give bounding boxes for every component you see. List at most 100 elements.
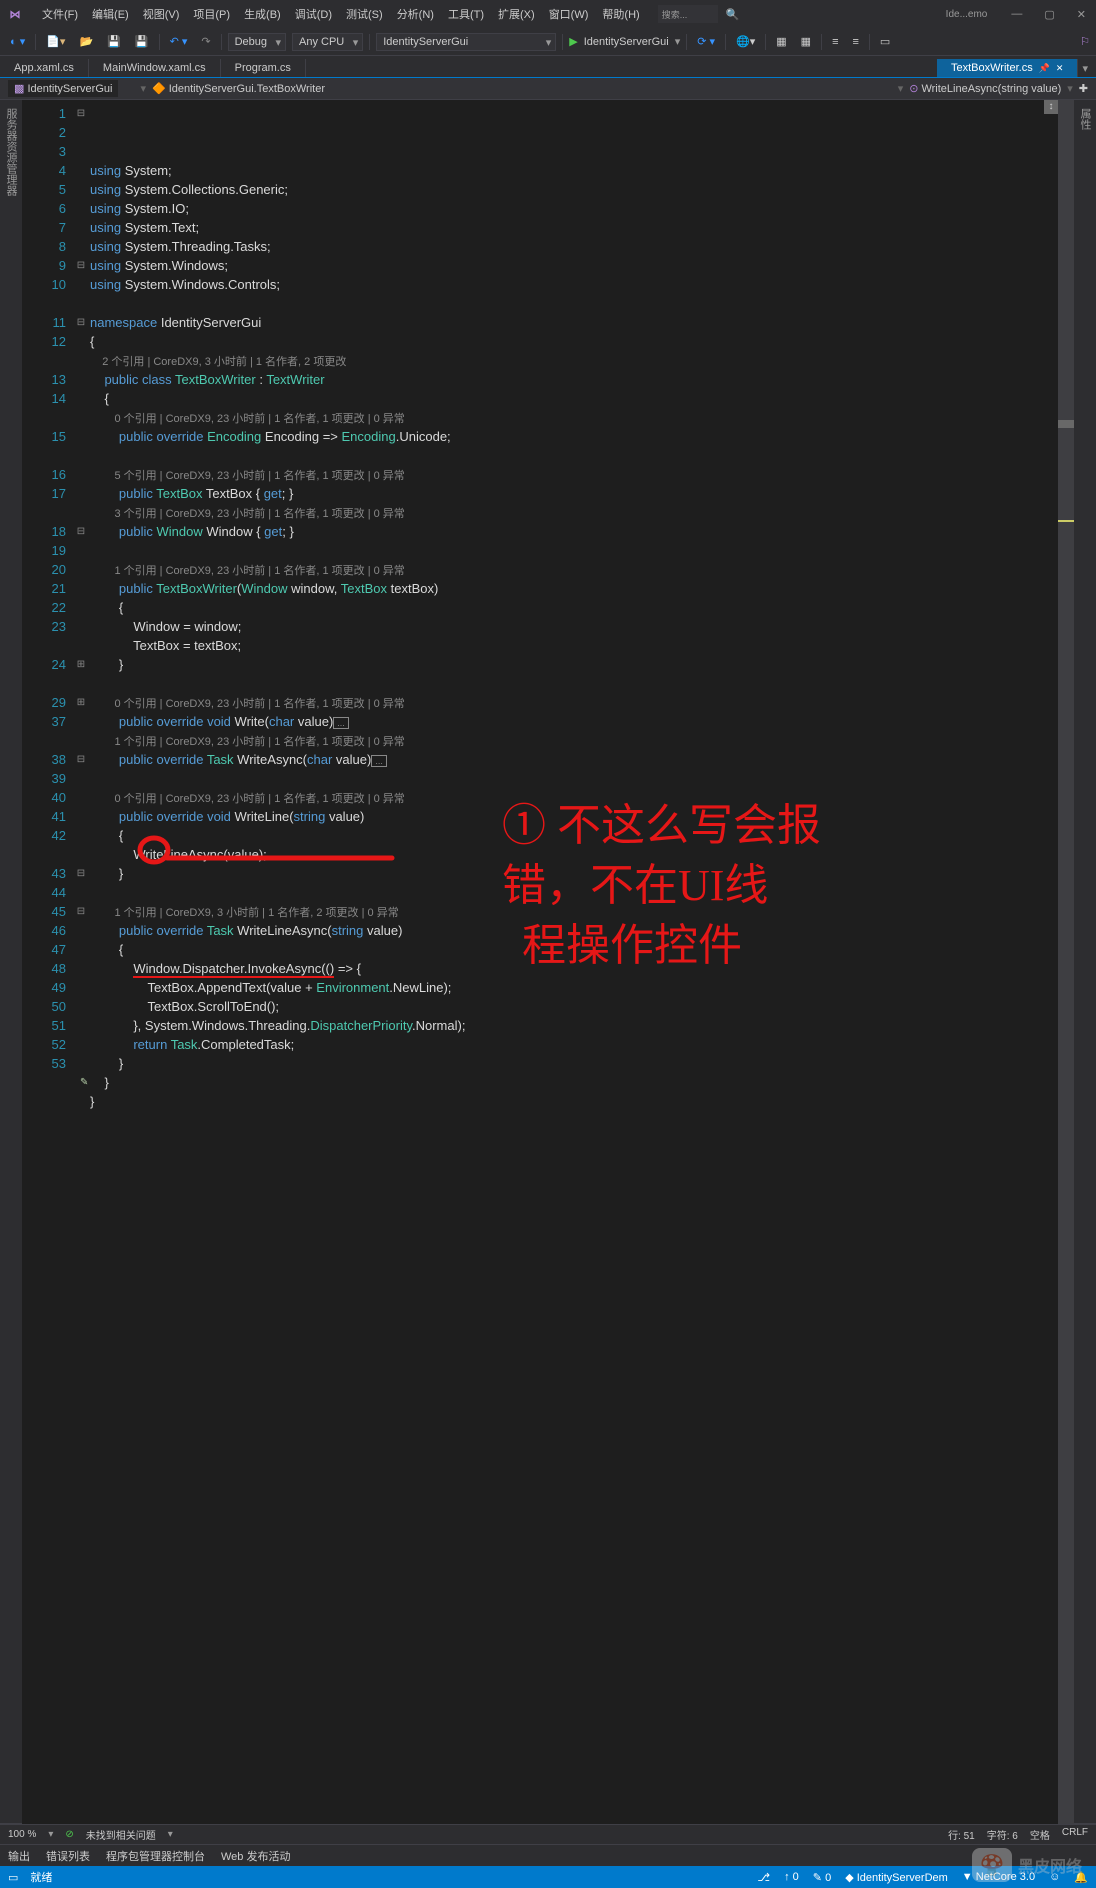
- code-line[interactable]: [90, 674, 1058, 693]
- scroll-top-icon[interactable]: ↕: [1044, 100, 1058, 114]
- code-line[interactable]: [90, 541, 1058, 560]
- panel-tab[interactable]: 属性: [1074, 100, 1096, 1824]
- close-button[interactable]: ✕: [1073, 6, 1090, 23]
- code-line[interactable]: public TextBox TextBox { get; }: [90, 484, 1058, 503]
- menu-item[interactable]: 文件(F): [36, 4, 84, 24]
- eol-mode[interactable]: CRLF: [1062, 1827, 1088, 1842]
- undo-button[interactable]: ↶ ▾: [166, 33, 192, 50]
- code-line[interactable]: using System.Collections.Generic;: [90, 180, 1058, 199]
- menu-item[interactable]: 生成(B): [238, 4, 287, 24]
- code-line[interactable]: {: [90, 332, 1058, 351]
- bottom-tab[interactable]: 程序包管理器控制台: [98, 1845, 213, 1867]
- code-line[interactable]: using System.Windows;: [90, 256, 1058, 275]
- menu-item[interactable]: 测试(S): [340, 4, 389, 24]
- menu-item[interactable]: 扩展(X): [492, 4, 541, 24]
- code-line[interactable]: }: [90, 655, 1058, 674]
- zoom-level[interactable]: 100 %: [8, 1829, 36, 1840]
- code-line[interactable]: [90, 446, 1058, 465]
- code-line[interactable]: public override Task WriteAsync(char val…: [90, 750, 1058, 769]
- code-line[interactable]: using System.Windows.Controls;: [90, 275, 1058, 294]
- menu-item[interactable]: 窗口(W): [543, 4, 595, 24]
- code-line[interactable]: return Task.CompletedTask;: [90, 1035, 1058, 1054]
- branch-status[interactable]: ↑ 0: [784, 1871, 799, 1883]
- tool-icon-1[interactable]: ▦: [772, 33, 790, 50]
- code-editor[interactable]: 1234567891011121314151617181920212223242…: [22, 100, 1074, 1824]
- config-dropdown[interactable]: Debug: [228, 33, 286, 51]
- code-line[interactable]: public Window Window { get; }: [90, 522, 1058, 541]
- code-line[interactable]: public override Task WriteLineAsync(stri…: [90, 921, 1058, 940]
- code-line[interactable]: [90, 1111, 1058, 1130]
- bottom-tab[interactable]: Web 发布活动: [213, 1845, 298, 1867]
- tab-overflow-icon[interactable]: ▾: [1078, 62, 1092, 75]
- fold-toggle[interactable]: ⊟: [74, 104, 88, 123]
- code-line[interactable]: {: [90, 940, 1058, 959]
- menu-item[interactable]: 工具(T): [442, 4, 490, 24]
- code-line[interactable]: using System;: [90, 161, 1058, 180]
- tab-app-xaml[interactable]: App.xaml.cs: [0, 59, 89, 77]
- code-line[interactable]: TextBox = textBox;: [90, 636, 1058, 655]
- code-line[interactable]: 2 个引用 | CoreDX9, 3 小时前 | 1 名作者, 2 项更改: [90, 351, 1058, 370]
- menu-item[interactable]: 分析(N): [391, 4, 440, 24]
- code-line[interactable]: using System.Threading.Tasks;: [90, 237, 1058, 256]
- code-line[interactable]: TextBox.AppendText(value + Environment.N…: [90, 978, 1058, 997]
- fold-toggle[interactable]: ⊟: [74, 902, 88, 921]
- menu-item[interactable]: 帮助(H): [596, 4, 645, 24]
- fold-toggle[interactable]: ⊟: [74, 256, 88, 275]
- code-line[interactable]: using System.Text;: [90, 218, 1058, 237]
- menu-item[interactable]: 调试(D): [289, 4, 338, 24]
- code-line[interactable]: }: [90, 1092, 1058, 1111]
- code-line[interactable]: [90, 883, 1058, 902]
- scrollbar-thumb[interactable]: [1058, 420, 1074, 428]
- code-line[interactable]: Window.Dispatcher.InvokeAsync(() => {: [90, 959, 1058, 978]
- code-line[interactable]: }, System.Windows.Threading.DispatcherPr…: [90, 1016, 1058, 1035]
- code-line[interactable]: 3 个引用 | CoreDX9, 23 小时前 | 1 名作者, 1 项更改 |…: [90, 503, 1058, 522]
- vertical-scrollbar[interactable]: [1058, 100, 1074, 1824]
- code-line[interactable]: namespace IdentityServerGui: [90, 313, 1058, 332]
- run-target[interactable]: IdentityServerGui: [584, 36, 669, 48]
- code-line[interactable]: WriteLineAsync(value);: [90, 845, 1058, 864]
- code-line[interactable]: 1 个引用 | CoreDX9, 23 小时前 | 1 名作者, 1 项更改 |…: [90, 560, 1058, 579]
- live-share-icon[interactable]: ⚐: [1080, 35, 1090, 48]
- code-line[interactable]: ✎ }: [90, 1073, 1058, 1092]
- code-line[interactable]: 1 个引用 | CoreDX9, 3 小时前 | 1 名作者, 2 项更改 | …: [90, 902, 1058, 921]
- back-button[interactable]: ◐ ▾: [6, 33, 29, 50]
- indent-mode[interactable]: 空格: [1030, 1827, 1050, 1842]
- save-all-button[interactable]: 💾: [131, 33, 153, 50]
- code-line[interactable]: [90, 769, 1058, 788]
- open-button[interactable]: 📂: [75, 33, 97, 50]
- search-box[interactable]: 搜索...: [658, 5, 718, 23]
- code-line[interactable]: using System.IO;: [90, 199, 1058, 218]
- menu-item[interactable]: 项目(P): [187, 4, 236, 24]
- code-line[interactable]: public override void WriteLine(string va…: [90, 807, 1058, 826]
- new-item-button[interactable]: 📄▾: [42, 33, 69, 50]
- startup-dropdown[interactable]: IdentityServerGui: [376, 33, 556, 51]
- code-line[interactable]: {: [90, 598, 1058, 617]
- bottom-tab[interactable]: 错误列表: [38, 1845, 98, 1867]
- edits-status[interactable]: ✎ 0: [813, 1871, 831, 1884]
- platform-dropdown[interactable]: Any CPU: [292, 33, 363, 51]
- project-status[interactable]: ◆ IdentityServerDem: [845, 1871, 948, 1884]
- minimize-button[interactable]: —: [1007, 6, 1026, 23]
- comment-icon[interactable]: ▭: [876, 33, 894, 50]
- tab-textboxwriter-active[interactable]: TextBoxWriter.cs 📌 ✕: [937, 59, 1078, 77]
- code-line[interactable]: public override Encoding Encoding => Enc…: [90, 427, 1058, 446]
- menu-item[interactable]: 编辑(E): [86, 4, 135, 24]
- code-line[interactable]: }: [90, 864, 1058, 883]
- panel-tab[interactable]: 服务器资源管理器: [0, 100, 22, 1824]
- tab-mainwindow[interactable]: MainWindow.xaml.cs: [89, 59, 221, 77]
- refresh-icon[interactable]: ⟳ ▾: [693, 33, 719, 50]
- fold-toggle[interactable]: ⊟: [74, 864, 88, 883]
- code-line[interactable]: 0 个引用 | CoreDX9, 23 小时前 | 1 名作者, 1 项更改 |…: [90, 408, 1058, 427]
- code-line[interactable]: 0 个引用 | CoreDX9, 23 小时前 | 1 名作者, 1 项更改 |…: [90, 693, 1058, 712]
- bottom-tab[interactable]: 输出: [0, 1845, 38, 1867]
- indent-right-icon[interactable]: ≡: [848, 34, 862, 50]
- search-icon[interactable]: 🔍: [726, 8, 740, 21]
- tool-icon-2[interactable]: ▦: [797, 33, 815, 50]
- pin-icon[interactable]: 📌: [1039, 63, 1050, 74]
- tab-close-icon[interactable]: ✕: [1056, 63, 1064, 74]
- code-area[interactable]: ↕ using System;using System.Collections.…: [88, 100, 1058, 1824]
- bc-project[interactable]: ▩ IdentityServerGui: [8, 80, 118, 97]
- code-line[interactable]: 5 个引用 | CoreDX9, 23 小时前 | 1 名作者, 1 项更改 |…: [90, 465, 1058, 484]
- code-line[interactable]: TextBox.ScrollToEnd();: [90, 997, 1058, 1016]
- menu-item[interactable]: 视图(V): [137, 4, 186, 24]
